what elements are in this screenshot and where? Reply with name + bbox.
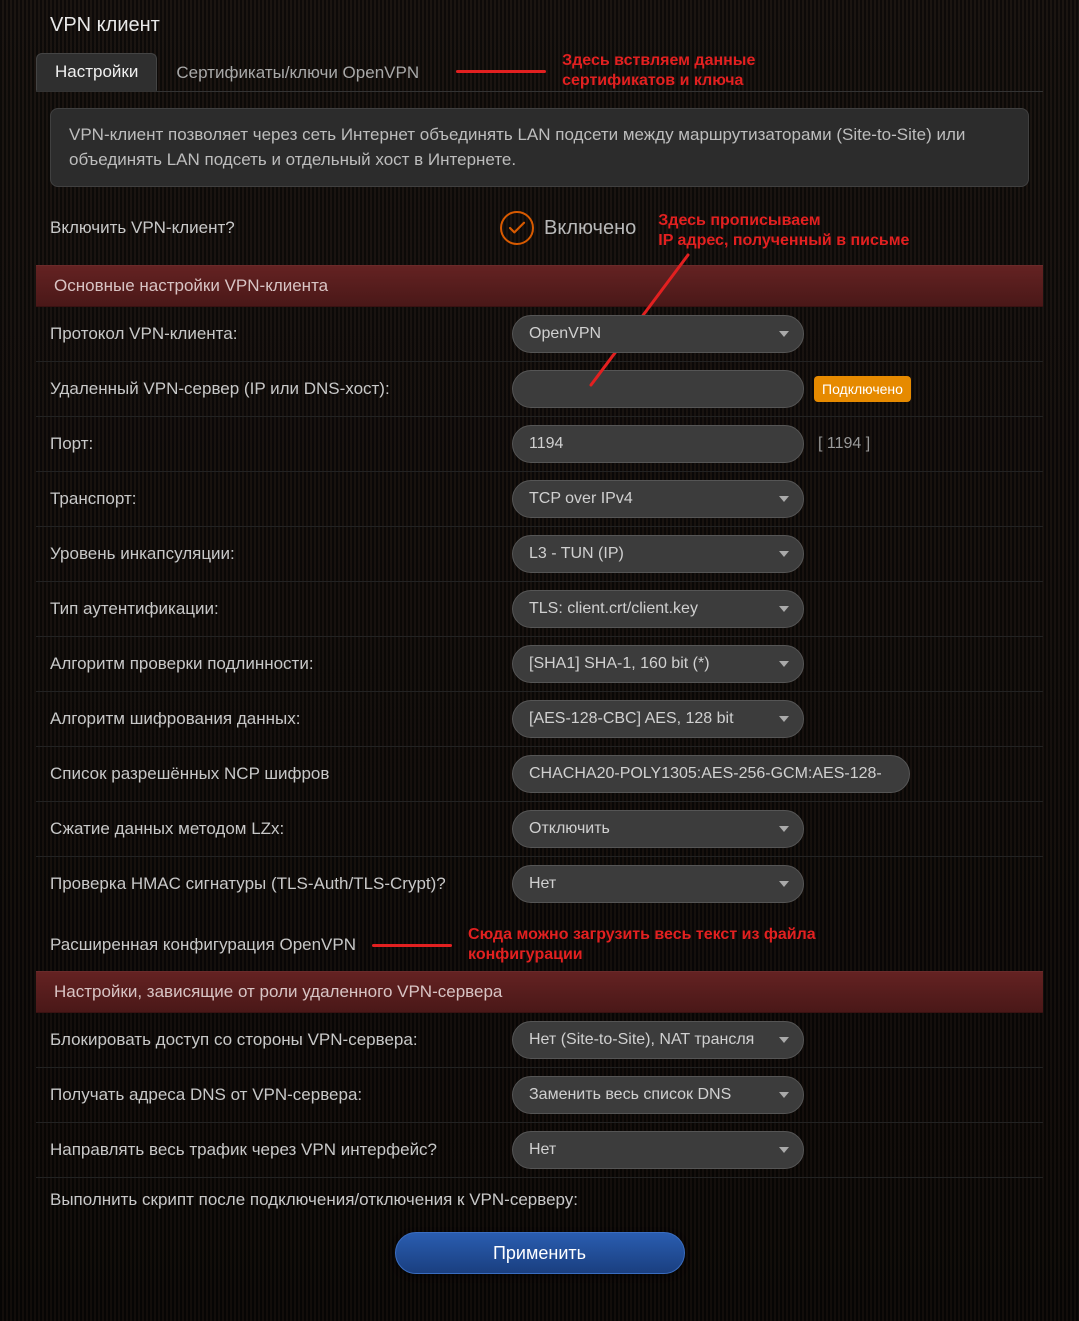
protocol-label: Протокол VPN-клиента: (50, 323, 500, 345)
hmac-label: Проверка HMAC сигнатуры (TLS-Auth/TLS-Cr… (50, 873, 500, 895)
description-box: VPN-клиент позволяет через сеть Интернет… (50, 108, 1029, 187)
section-role-header: Настройки, зависящие от роли удаленного … (36, 971, 1043, 1013)
dns-select[interactable]: Заменить весь список DNS (512, 1076, 804, 1114)
cipher-label: Алгоритм шифрования данных: (50, 708, 500, 730)
route-select[interactable]: Нет (512, 1131, 804, 1169)
chevron-down-icon (779, 661, 789, 667)
chevron-down-icon (779, 716, 789, 722)
toggle-enable[interactable]: Включено (500, 211, 636, 245)
chevron-down-icon (779, 1147, 789, 1153)
chevron-down-icon (779, 826, 789, 832)
hmac-select[interactable]: Нет (512, 865, 804, 903)
chevron-down-icon (779, 881, 789, 887)
enable-row: Включить VPN-клиент? Включено Здесь проп… (36, 203, 1043, 265)
chevron-down-icon (779, 1037, 789, 1043)
auth-label: Тип аутентификации: (50, 598, 500, 620)
remote-label: Удаленный VPN-сервер (IP или DNS-хост): (50, 378, 500, 400)
auth-select[interactable]: TLS: client.crt/client.key (512, 590, 804, 628)
transport-label: Транспорт: (50, 488, 500, 510)
encap-label: Уровень инкапсуляции: (50, 543, 500, 565)
port-input[interactable] (512, 425, 804, 463)
tab-certs[interactable]: Сертификаты/ключи OpenVPN (157, 54, 438, 91)
chevron-down-icon (779, 1092, 789, 1098)
tab-settings[interactable]: Настройки (36, 53, 157, 91)
chevron-down-icon (779, 331, 789, 337)
port-label: Порт: (50, 433, 500, 455)
dns-label: Получать адреса DNS от VPN-сервера: (50, 1084, 500, 1106)
cipher-select[interactable]: [AES-128-CBC] AES, 128 bit (512, 700, 804, 738)
encap-select[interactable]: L3 - TUN (IP) (512, 535, 804, 573)
hashalg-label: Алгоритм проверки подлинности: (50, 653, 500, 675)
script-label: Выполнить скрипт после подключения/отклю… (36, 1178, 1043, 1214)
annotation-line-icon (456, 70, 546, 73)
apply-button[interactable]: Применить (395, 1232, 685, 1274)
enable-status: Включено (544, 217, 636, 240)
extconf-label[interactable]: Расширенная конфигурация OpenVPN (50, 935, 356, 955)
chevron-down-icon (779, 606, 789, 612)
block-label: Блокировать доступ со стороны VPN-сервер… (50, 1029, 500, 1051)
connected-badge: Подключено (814, 376, 911, 402)
page-title: VPN клиент (36, 8, 1043, 51)
lzo-label: Сжатие данных методом LZx: (50, 818, 500, 840)
block-select[interactable]: Нет (Site-to-Site), NAT трансля (512, 1021, 804, 1059)
check-circle-icon (500, 211, 534, 245)
lzo-select[interactable]: Отключить (512, 810, 804, 848)
section-main-header: Основные настройки VPN-клиента (36, 265, 1043, 307)
hashalg-select[interactable]: [SHA1] SHA-1, 160 bit (*) (512, 645, 804, 683)
ncp-label: Список разрешённых NCP шифров (50, 763, 500, 785)
route-label: Направлять весь трафик через VPN интерфе… (50, 1139, 500, 1161)
annotation-conf: Сюда можно загрузить весь текст из файла… (468, 925, 816, 965)
protocol-select[interactable]: OpenVPN (512, 315, 804, 353)
chevron-down-icon (779, 551, 789, 557)
chevron-down-icon (779, 496, 789, 502)
enable-label: Включить VPN-клиент? (50, 211, 500, 239)
annotation-certs: Здесь вствляем данные сертификатов и клю… (562, 51, 782, 91)
tabs-bar: Настройки Сертификаты/ключи OpenVPN Здес… (36, 51, 1043, 92)
annotation-line-icon (372, 944, 452, 947)
port-hint: [ 1194 ] (818, 435, 870, 453)
ncp-input[interactable] (512, 755, 910, 793)
transport-select[interactable]: TCP over IPv4 (512, 480, 804, 518)
annotation-ip: Здесь прописываем IP адрес, полученный в… (658, 211, 909, 251)
